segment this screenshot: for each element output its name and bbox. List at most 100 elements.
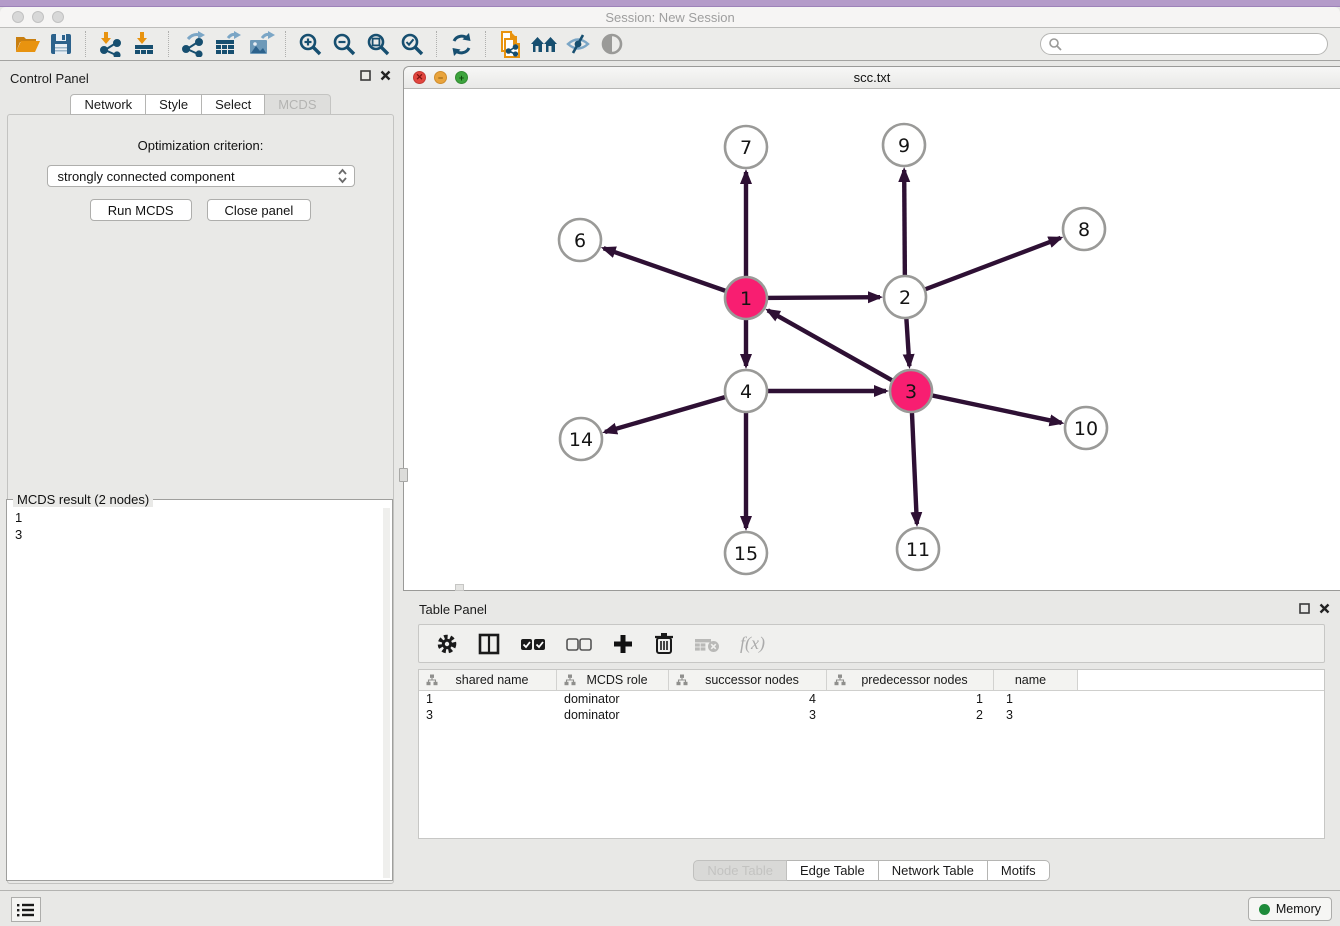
graph-edge-3-1[interactable] [768,310,911,391]
import-table-button[interactable] [127,30,161,58]
network-window-title: scc.txt [404,70,1340,85]
open-session-button[interactable] [10,30,44,58]
cell-name: 3 [994,708,1078,722]
toolbar-separator [168,31,169,57]
open-folder-icon [14,32,41,56]
delete-column-trash-icon[interactable] [654,632,674,655]
table-row[interactable]: 1 dominator 4 1 1 [419,691,1324,707]
table-panel-tabs: Node Table Edge Table Network Table Moti… [403,860,1340,881]
home-button[interactable] [527,30,561,58]
zoom-out-icon [332,32,357,57]
network-canvas[interactable]: 1234678910111415 [404,89,1340,590]
column-type-icon [834,674,846,686]
close-panel-icon[interactable] [380,70,391,81]
tab-edge-table[interactable]: Edge Table [787,860,879,881]
delete-table-icon-disabled [694,635,720,653]
zoom-in-button[interactable] [293,30,327,58]
save-session-button[interactable] [44,30,78,58]
table-settings-gear-icon[interactable] [436,633,458,655]
column-type-icon [564,674,576,686]
column-header-predecessor-nodes[interactable]: predecessor nodes [827,670,994,690]
task-history-button[interactable] [11,897,41,922]
search-box[interactable] [1040,33,1328,55]
toolbar-separator [436,31,437,57]
node-table-header-row: shared name MCDS role successor nodes pr… [419,670,1324,691]
export-table-button[interactable] [210,30,244,58]
apply-layout-button[interactable] [444,30,478,58]
tab-node-table[interactable]: Node Table [693,860,787,881]
table-panel-header: Table Panel [403,595,1340,621]
cell-name: 1 [994,692,1078,706]
zoom-selected-button[interactable] [395,30,429,58]
network-resize-grip[interactable] [455,584,464,591]
zoom-selected-icon [400,32,425,57]
select-all-icon[interactable] [520,637,546,651]
graph-node-label: 4 [740,381,752,403]
table-toolbar: f(x) [418,624,1325,663]
graph-edge-3-10[interactable] [911,391,1062,423]
tab-motifs[interactable]: Motifs [988,860,1050,881]
column-type-icon [426,674,438,686]
node-table[interactable]: shared name MCDS role successor nodes pr… [418,669,1325,839]
show-graphics-button[interactable] [595,30,629,58]
graph-node-label: 1 [740,288,752,310]
cell-successor-nodes: 4 [669,692,827,706]
column-header-successor-nodes[interactable]: successor nodes [669,670,827,690]
zoom-fit-button[interactable] [361,30,395,58]
column-header-shared-name[interactable]: shared name [419,670,557,690]
tab-network[interactable]: Network [70,94,146,115]
close-panel-icon[interactable] [1319,603,1330,614]
export-table-icon [214,31,241,57]
export-network-button[interactable] [176,30,210,58]
result-scrollbar[interactable] [383,508,390,878]
tab-style[interactable]: Style [146,94,202,115]
hide-graphics-button[interactable] [561,30,595,58]
mcds-result-title: MCDS result (2 nodes) [13,492,153,507]
network-window-titlebar: ✕ − + scc.txt [404,67,1340,89]
criterion-dropdown[interactable]: strongly connected component [47,165,355,187]
add-column-icon[interactable] [612,633,634,655]
home-icon [530,32,559,56]
zoom-out-button[interactable] [327,30,361,58]
graph-edge-2-8[interactable] [905,238,1061,297]
zoom-in-icon [298,32,323,57]
table-row[interactable]: 3 dominator 3 2 3 [419,707,1324,723]
close-panel-button[interactable]: Close panel [207,199,312,221]
deselect-all-icon[interactable] [566,637,592,651]
status-bar: Memory [0,890,1340,926]
eye-slash-icon [565,32,591,56]
run-mcds-button[interactable]: Run MCDS [90,199,192,221]
graph-node-label: 14 [569,429,593,451]
cell-mcds-role: dominator [557,692,669,706]
show-columns-icon[interactable] [478,633,500,655]
import-network-button[interactable] [93,30,127,58]
window-title: Session: New Session [0,10,1340,25]
column-header-name[interactable]: name [994,670,1078,690]
mcds-result-list[interactable]: 1 3 [8,507,391,879]
memory-status-icon [1259,904,1270,915]
column-header-mcds-role[interactable]: MCDS role [557,670,669,690]
memory-button[interactable]: Memory [1248,897,1332,921]
refresh-icon [449,32,474,57]
export-network-icon [180,31,206,57]
zoom-fit-icon [366,32,391,57]
tab-select[interactable]: Select [202,94,265,115]
graph-node-label: 3 [905,381,917,403]
desktop-strip [0,0,1340,7]
tab-network-table[interactable]: Network Table [879,860,988,881]
control-panel-tabs: Network Style Select MCDS [0,94,401,115]
graph-edge-1-6[interactable] [604,248,746,298]
panel-splitter-grip[interactable] [399,468,408,482]
graph-node-label: 15 [734,543,758,565]
float-panel-icon[interactable] [1299,603,1310,614]
graph-node-label: 11 [906,539,930,561]
search-input[interactable] [1066,37,1327,51]
toolbar-separator [485,31,486,57]
function-builder-icon: f(x) [740,633,765,654]
cell-predecessor-nodes: 1 [827,692,994,706]
main-area: Control Panel Network Style Select MCDS … [0,62,1340,890]
float-panel-icon[interactable] [360,70,371,81]
export-image-button[interactable] [244,30,278,58]
clone-network-button[interactable] [493,30,527,58]
tab-mcds[interactable]: MCDS [265,94,330,115]
